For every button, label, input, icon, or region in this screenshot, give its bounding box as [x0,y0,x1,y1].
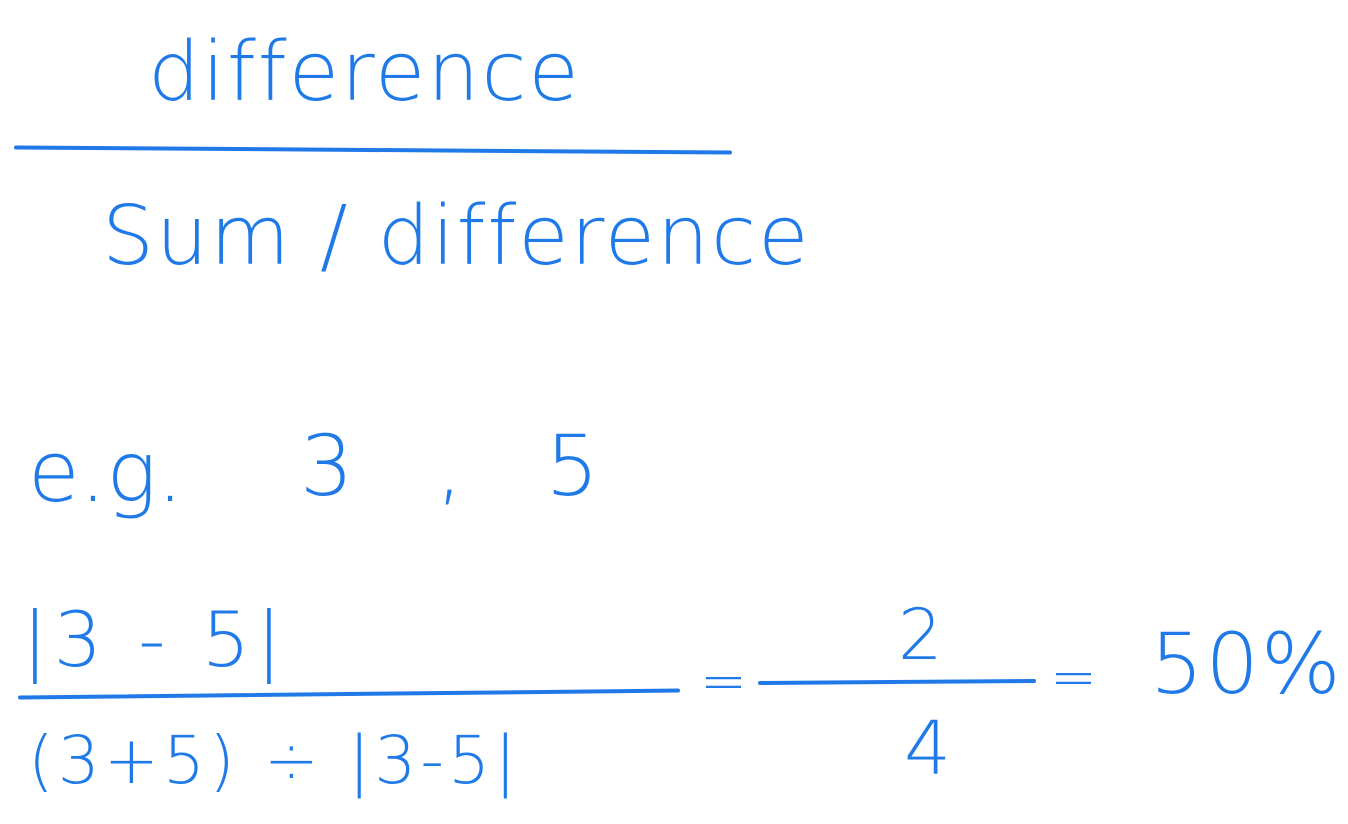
example-label: e.g. [28,423,184,521]
result-numerator: 2 [898,594,943,676]
calc-equals-2: = [1050,645,1097,710]
calc-fraction-bar [17,688,681,700]
result-fraction-bar [757,679,1037,685]
calc-numerator: |3 - 5| [22,595,288,684]
calc-denominator: (3+5) ÷ |3-5| [28,722,521,799]
formula-fraction-bar [13,145,733,155]
calc-equals-1: = [700,649,747,714]
example-values: 3 , 5 [300,417,627,515]
handwritten-note-canvas: difference Sum / difference e.g. 3 , 5 |… [0,0,1348,824]
percent-result: 50% [1150,615,1343,713]
result-denominator: 4 [904,706,952,792]
formula-denominator: Sum / difference [102,189,811,284]
formula-numerator: difference [148,25,581,120]
